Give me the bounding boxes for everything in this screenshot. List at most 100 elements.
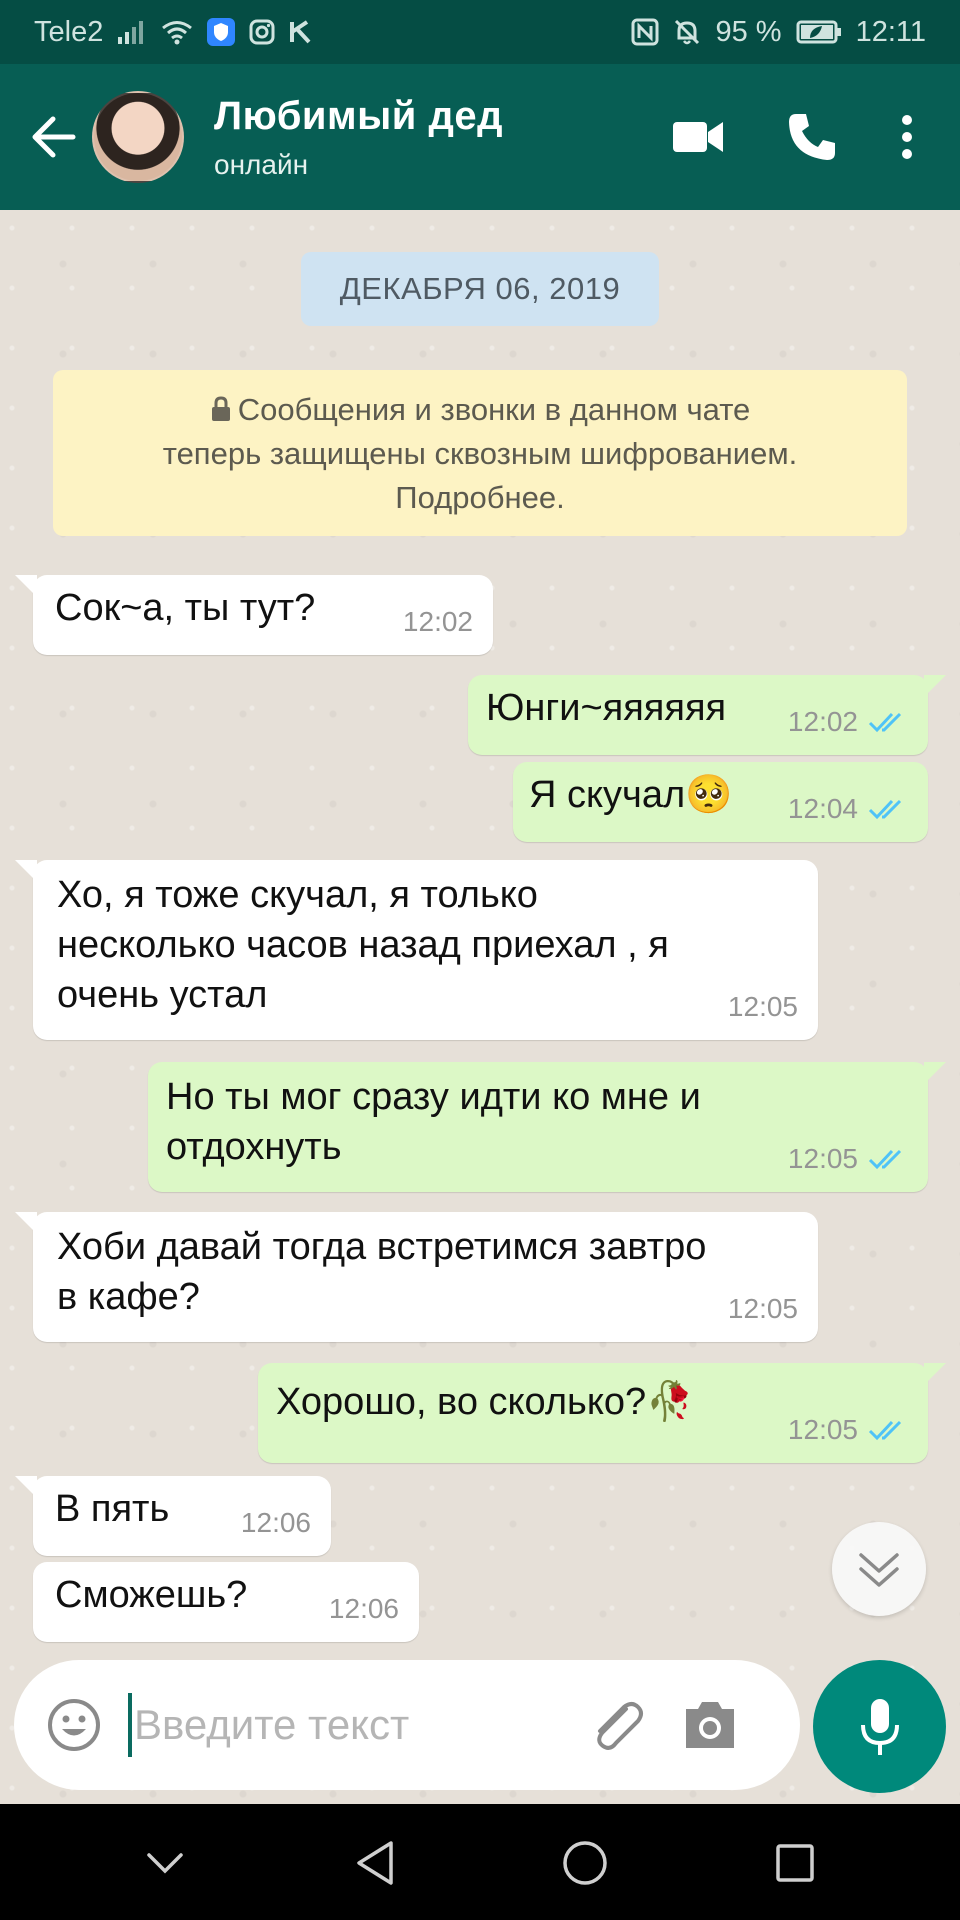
message-outgoing[interactable]: Но ты мог сразу идти ко мне и отдохнуть … (148, 1062, 946, 1192)
instagram-icon (249, 19, 275, 45)
bubble-tail (15, 1212, 37, 1234)
scroll-to-bottom-button[interactable] (832, 1522, 926, 1616)
double-check-icon (868, 1418, 908, 1442)
camera-button[interactable] (678, 1693, 742, 1757)
message-time: 12:05 (787, 1143, 858, 1174)
voice-call-button[interactable] (786, 111, 838, 163)
nfc-icon (631, 18, 659, 46)
message-time: 12:05 (727, 1293, 798, 1324)
lock-icon (211, 396, 230, 421)
bubble-tail (15, 575, 37, 597)
message-input[interactable] (134, 1701, 554, 1749)
message-incoming[interactable]: Хо, я тоже скучал, я только несколько ча… (15, 860, 818, 1040)
message-outgoing[interactable]: Юнги~яяяяяя 12:02 (468, 675, 946, 755)
message-text-line: в кафе? (57, 1276, 200, 1318)
bubble-tail (924, 675, 946, 697)
battery-percent: 95 % (715, 15, 782, 48)
contact-status: онлайн (214, 148, 309, 180)
bubble-tail (15, 1476, 37, 1498)
message-meta: 12:05 (728, 982, 798, 1032)
status-bar: Tele2 95 % 12:11 (0, 0, 960, 64)
message-outgoing[interactable]: Хорошо, во сколько?🥀 12:05 (258, 1363, 946, 1463)
video-call-button[interactable] (672, 120, 724, 154)
wifi-icon (161, 19, 193, 45)
message-incoming[interactable]: Сможешь? 12:06 (33, 1562, 419, 1642)
double-check-icon (868, 797, 908, 821)
chat-area[interactable]: ДЕКАБРЯ 06, 2019 Сообщения и звонки в да… (0, 210, 960, 1804)
bubble-tail (15, 860, 37, 882)
date-chip: ДЕКАБРЯ 06, 2019 (301, 252, 659, 326)
double-chevron-down-icon (859, 1553, 899, 1587)
message-time: 12:02 (787, 706, 858, 737)
double-check-icon (868, 710, 908, 734)
bubble-tail (924, 1363, 946, 1385)
avatar[interactable] (92, 91, 184, 183)
chevron-down-icon (147, 1853, 183, 1874)
pleading-face-emoji: 🥺 (685, 774, 733, 816)
hide-keyboard-button[interactable] (125, 1823, 205, 1903)
message-time: 12:02 (402, 606, 473, 637)
nav-back-button[interactable] (335, 1823, 415, 1903)
message-meta: 12:05 (788, 1405, 908, 1455)
message-time: 12:05 (787, 1414, 858, 1445)
message-meta: 12:06 (329, 1584, 399, 1634)
message-incoming[interactable]: Хоби давай тогда встретимся завтро в каф… (15, 1212, 818, 1342)
encryption-notice-text-2: теперь защищены сквозным шифрованием. (162, 436, 798, 471)
arrow-left-icon (32, 116, 76, 158)
message-time: 12:04 (787, 793, 858, 824)
voice-message-button[interactable] (813, 1660, 946, 1793)
clock: 12:11 (855, 15, 926, 48)
back-button[interactable] (18, 97, 88, 177)
message-meta: 12:02 (788, 697, 908, 747)
mute-bell-icon (673, 18, 701, 46)
chat-header: Любимый дед онлайн (0, 64, 960, 210)
whatsapp-chat-screen: Tele2 95 % 12:11 Любимый дед онлайн ДЕКА… (0, 0, 960, 1920)
system-navigation-bar (0, 1806, 960, 1920)
bubble-tail (924, 1062, 946, 1084)
message-outgoing[interactable]: Я скучал🥺 12:04 (513, 762, 928, 842)
message-composer (14, 1660, 800, 1790)
message-time: 12:06 (328, 1593, 399, 1624)
more-options-button[interactable] (900, 114, 914, 160)
encryption-notice-more-link[interactable]: Подробнее. (53, 476, 907, 520)
message-text-line: очень устал (57, 974, 268, 1016)
nav-home-button[interactable] (545, 1823, 625, 1903)
message-text-line: Хоби давай тогда встретимся завтро (57, 1226, 707, 1268)
message-incoming[interactable]: В пять 12:06 (15, 1476, 331, 1556)
text-cursor (128, 1693, 132, 1757)
contact-name: Любимый дед (214, 93, 503, 138)
contact-info[interactable]: Любимый дед онлайн (214, 94, 503, 181)
paperclip-icon (597, 1702, 643, 1750)
carrier-label: Tele2 (34, 15, 104, 48)
emoji-button[interactable] (44, 1695, 104, 1755)
nav-recents-button[interactable] (755, 1823, 835, 1903)
battery-icon (796, 19, 842, 45)
camera-icon (686, 1702, 734, 1748)
encryption-notice-text-1: Сообщения и звонки в данном чате (237, 392, 751, 427)
message-time: 12:05 (727, 991, 798, 1022)
phone-icon (789, 114, 835, 160)
encryption-notice[interactable]: Сообщения и звонки в данном чате теперь … (53, 370, 907, 536)
message-meta: 12:04 (788, 784, 908, 834)
more-vert-icon (902, 115, 912, 159)
message-incoming[interactable]: Сок~а, ты тут? 12:02 (15, 575, 493, 655)
attach-button[interactable] (584, 1693, 648, 1757)
message-meta: 12:05 (788, 1134, 908, 1184)
double-check-icon (868, 1147, 908, 1171)
signal-icon (117, 19, 147, 45)
wilted-flower-emoji: 🥀 (646, 1381, 694, 1423)
vk-icon (289, 19, 313, 45)
message-text-line: несколько часов назад приехал , я (57, 924, 669, 966)
triangle-back-icon (357, 1841, 393, 1885)
video-camera-icon (673, 122, 723, 152)
encryption-notice-line: Сообщения и звонки в данном чате (53, 388, 907, 432)
message-meta: 12:06 (241, 1498, 311, 1548)
message-meta: 12:05 (728, 1284, 798, 1334)
message-text-line: Хо, я тоже скучал, я только (57, 874, 538, 916)
circle-home-icon (563, 1841, 607, 1885)
microphone-icon (860, 1698, 899, 1755)
message-text: Я скучал (529, 774, 686, 816)
message-time: 12:06 (240, 1507, 311, 1538)
shield-icon (207, 18, 236, 46)
message-text: Хорошо, во сколько? (276, 1381, 647, 1423)
